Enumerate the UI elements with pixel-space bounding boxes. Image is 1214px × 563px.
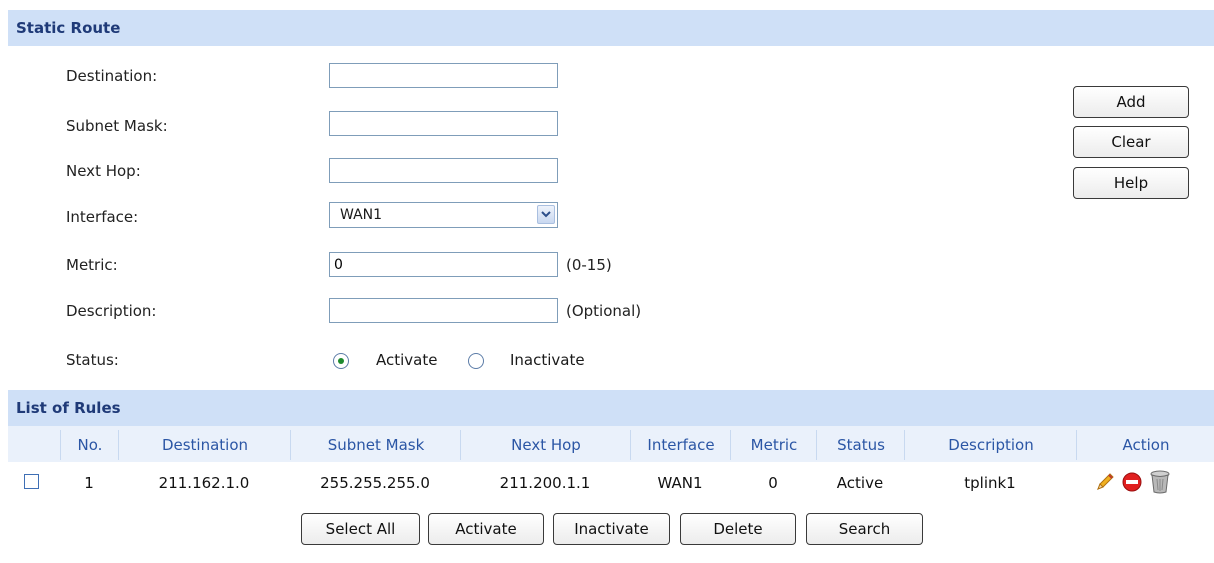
status-inactivate-label[interactable]: Inactivate — [510, 351, 585, 369]
next-hop-label: Next Hop: — [66, 162, 141, 180]
static-route-header: Static Route — [8, 10, 1214, 46]
status-label: Status: — [66, 351, 119, 369]
static-route-title: Static Route — [16, 19, 121, 37]
description-hint: (Optional) — [566, 302, 642, 320]
destination-input[interactable] — [329, 63, 558, 88]
rules-title: List of Rules — [16, 399, 121, 417]
inactivate-button[interactable]: Inactivate — [553, 513, 670, 545]
status-activate-label[interactable]: Activate — [376, 351, 437, 369]
interface-select-value: WAN1 — [340, 207, 383, 223]
cell-subnet-mask: 255.255.255.0 — [320, 474, 430, 492]
description-input[interactable] — [329, 298, 558, 323]
table-row: 1 211.162.1.0 255.255.255.0 211.200.1.1 … — [8, 464, 1214, 502]
metric-hint: (0-15) — [566, 256, 612, 274]
chevron-down-icon[interactable] — [537, 205, 555, 224]
status-inactivate-radio[interactable] — [468, 353, 484, 369]
column-interface: Interface — [630, 430, 731, 460]
clear-button[interactable]: Clear — [1073, 126, 1189, 158]
delete-button[interactable]: Delete — [680, 513, 796, 545]
edit-icon[interactable] — [1094, 471, 1116, 493]
column-subnet-mask: Subnet Mask — [290, 430, 461, 460]
column-destination: Destination — [118, 430, 291, 460]
next-hop-input[interactable] — [329, 158, 558, 183]
metric-input[interactable] — [329, 252, 558, 277]
description-label: Description: — [66, 302, 157, 320]
cell-next-hop: 211.200.1.1 — [499, 474, 591, 492]
cell-no: 1 — [84, 474, 94, 492]
cell-description: tplink1 — [964, 474, 1016, 492]
disable-icon[interactable] — [1121, 471, 1143, 493]
add-button[interactable]: Add — [1073, 86, 1189, 118]
cell-interface: WAN1 — [657, 474, 703, 492]
column-status: Status — [816, 430, 905, 460]
help-button[interactable]: Help — [1073, 167, 1189, 199]
metric-label: Metric: — [66, 256, 118, 274]
select-all-button[interactable]: Select All — [301, 513, 420, 545]
destination-label: Destination: — [66, 67, 158, 85]
radio-selected-dot — [338, 358, 344, 364]
status-activate-radio[interactable] — [333, 353, 349, 369]
column-next-hop: Next Hop — [460, 430, 631, 460]
column-description: Description — [904, 430, 1077, 460]
subnet-mask-input[interactable] — [329, 111, 558, 136]
subnet-mask-label: Subnet Mask: — [66, 117, 168, 135]
cell-status: Active — [836, 474, 884, 492]
interface-label: Interface: — [66, 208, 139, 226]
column-action: Action — [1076, 430, 1214, 460]
column-metric: Metric — [730, 430, 817, 460]
column-no: No. — [60, 430, 119, 460]
rules-column-header: No. Destination Subnet Mask Next Hop Int… — [8, 426, 1214, 462]
interface-select[interactable]: WAN1 — [329, 202, 558, 228]
cell-destination: 211.162.1.0 — [158, 474, 250, 492]
cell-metric: 0 — [768, 474, 778, 492]
row-select-checkbox[interactable] — [24, 474, 39, 489]
delete-icon[interactable] — [1148, 469, 1172, 495]
search-button[interactable]: Search — [806, 513, 923, 545]
rules-header: List of Rules — [8, 390, 1214, 426]
activate-button[interactable]: Activate — [428, 513, 544, 545]
